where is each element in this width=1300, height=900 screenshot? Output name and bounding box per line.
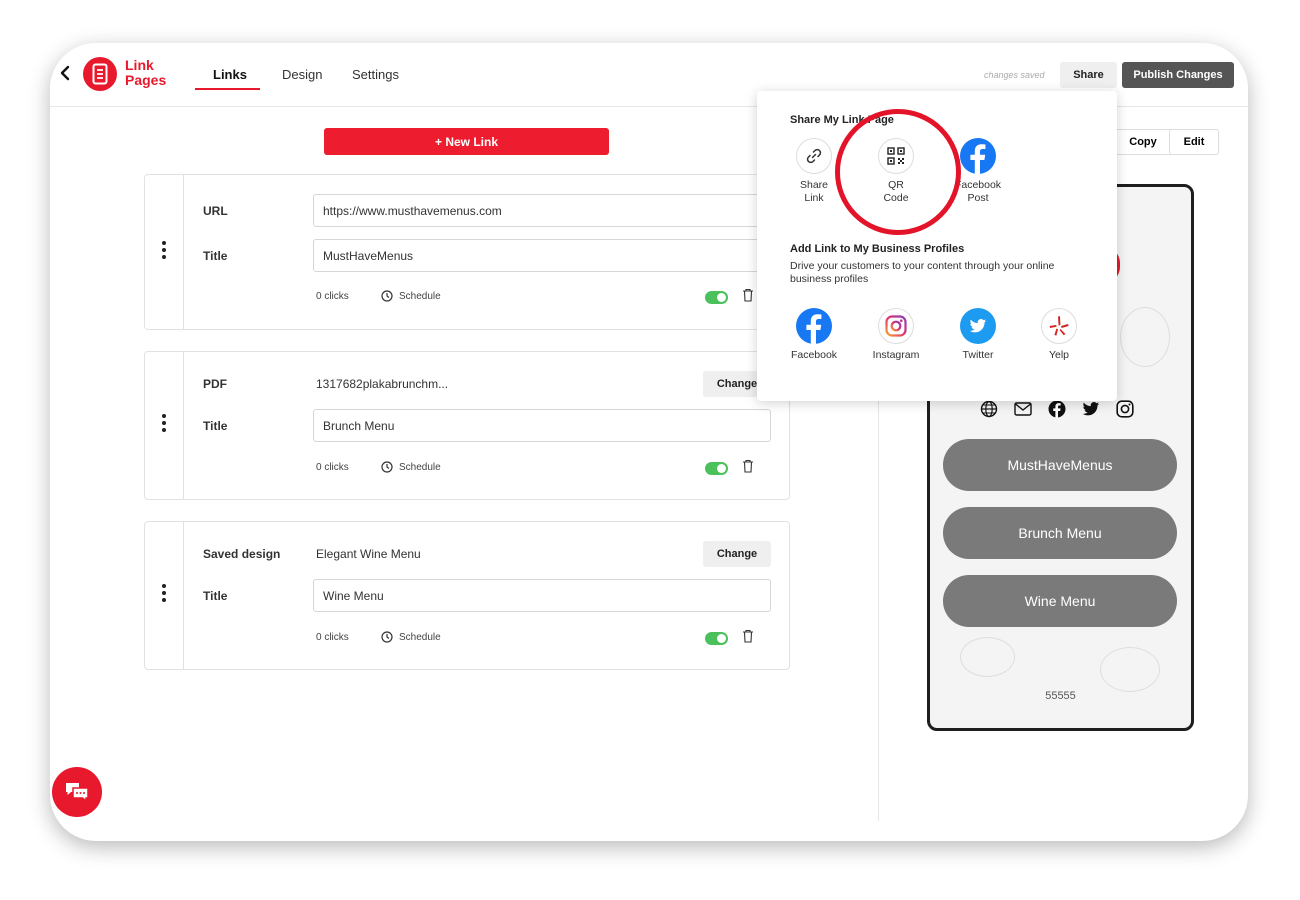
clock-icon [381,461,393,473]
link-card-url: URL https://www.musthavemenus.com Title … [144,174,790,330]
publish-changes-button[interactable]: Publish Changes [1122,62,1234,88]
background-doodle [1120,307,1170,367]
twitter-icon[interactable] [1082,400,1100,418]
tab-settings[interactable]: Settings [352,67,399,82]
title-input[interactable]: Wine Menu [313,579,771,612]
facebook-icon [796,308,832,344]
edit-button[interactable]: Edit [1169,129,1219,155]
drag-handle[interactable] [145,522,184,669]
share-link-label: Share [799,179,829,191]
drag-handle[interactable] [145,352,184,499]
profile-instagram-option[interactable]: Instagram [856,308,936,362]
link-type-label: URL [203,204,228,218]
title-label: Title [203,419,228,433]
title-input[interactable]: MustHaveMenus [313,239,771,272]
schedule-label: Schedule [399,461,441,473]
drag-dots-icon[interactable] [162,414,166,435]
drag-dots-icon[interactable] [162,241,166,262]
link-card-pdf: PDF 1317682plakabrunchm... Change Title … [144,351,790,500]
profile-label: Instagram [872,349,920,361]
click-count: 0 clicks [316,462,349,473]
clock-icon [381,290,393,302]
app-window: Link Pages Links Design Settings changes… [50,43,1248,841]
social-icons-row [980,400,1134,418]
preview-footer-text: 55555 [1045,690,1076,702]
schedule-button[interactable]: Schedule [381,461,441,473]
new-link-button[interactable]: + New Link [324,128,609,155]
back-arrow-icon[interactable] [58,65,72,81]
background-doodle [1100,647,1160,692]
link-enabled-toggle[interactable] [705,462,728,475]
chat-bubbles-icon [66,783,89,803]
trash-icon[interactable] [742,459,754,473]
link-type-label: Saved design [203,547,281,561]
url-input[interactable]: https://www.musthavemenus.com [313,194,771,227]
drag-dots-icon[interactable] [162,584,166,605]
twitter-icon [960,308,996,344]
profile-twitter-option[interactable]: Twitter [938,308,1018,362]
profiles-description: Drive your customers to your content thr… [790,260,1055,285]
schedule-button[interactable]: Schedule [381,290,441,302]
click-count: 0 clicks [316,291,349,302]
link-type-label: PDF [203,377,227,391]
profiles-section-title: Add Link to My Business Profiles [790,243,965,255]
link-pages-logo-icon [83,57,117,91]
preview-link-button[interactable]: Wine Menu [943,575,1177,627]
title-label: Title [203,249,228,263]
tab-links[interactable]: Links [213,67,247,82]
link-icon [796,138,832,174]
profile-label: Twitter [962,349,994,361]
change-design-button[interactable]: Change [703,541,771,567]
clock-icon [381,631,393,643]
schedule-label: Schedule [399,631,441,643]
preview-link-button[interactable]: Brunch Menu [943,507,1177,559]
chat-button[interactable] [52,767,102,817]
instagram-icon[interactable] [1116,400,1134,418]
facebook-post-label: Post [967,192,989,204]
profile-facebook-option[interactable]: Facebook [774,308,854,362]
schedule-label: Schedule [399,290,441,302]
share-link-label: Link [804,192,824,204]
click-count: 0 clicks [316,632,349,643]
save-status: changes saved [984,70,1045,80]
globe-icon[interactable] [980,400,998,418]
facebook-icon[interactable] [1048,400,1066,418]
copy-button[interactable]: Copy [1111,129,1175,155]
profile-yelp-option[interactable]: Yelp [1019,308,1099,362]
highlight-circle [835,109,961,235]
design-name: Elegant Wine Menu [316,547,421,561]
trash-icon[interactable] [742,288,754,302]
share-button[interactable]: Share [1060,62,1117,88]
link-card-saved-design: Saved design Elegant Wine Menu Change Ti… [144,521,790,670]
title-label: Title [203,589,228,603]
yelp-icon [1041,308,1077,344]
profile-label: Yelp [1048,349,1070,361]
active-tab-indicator [195,88,260,90]
facebook-icon [960,138,996,174]
link-enabled-toggle[interactable] [705,291,728,304]
preview-link-button[interactable]: MustHaveMenus [943,439,1177,491]
profile-label: Facebook [790,349,838,361]
app-logo-text: Link Pages [125,57,167,88]
background-doodle [960,637,1015,677]
facebook-post-label: Facebook [954,179,1002,191]
schedule-button[interactable]: Schedule [381,631,441,643]
link-enabled-toggle[interactable] [705,632,728,645]
pdf-filename: 1317682plakabrunchm... [316,377,449,391]
mail-icon[interactable] [1014,400,1032,418]
panel-divider [878,383,879,821]
instagram-icon [878,308,914,344]
title-input[interactable]: Brunch Menu [313,409,771,442]
tab-design[interactable]: Design [282,67,322,82]
drag-handle[interactable] [145,175,184,329]
trash-icon[interactable] [742,629,754,643]
